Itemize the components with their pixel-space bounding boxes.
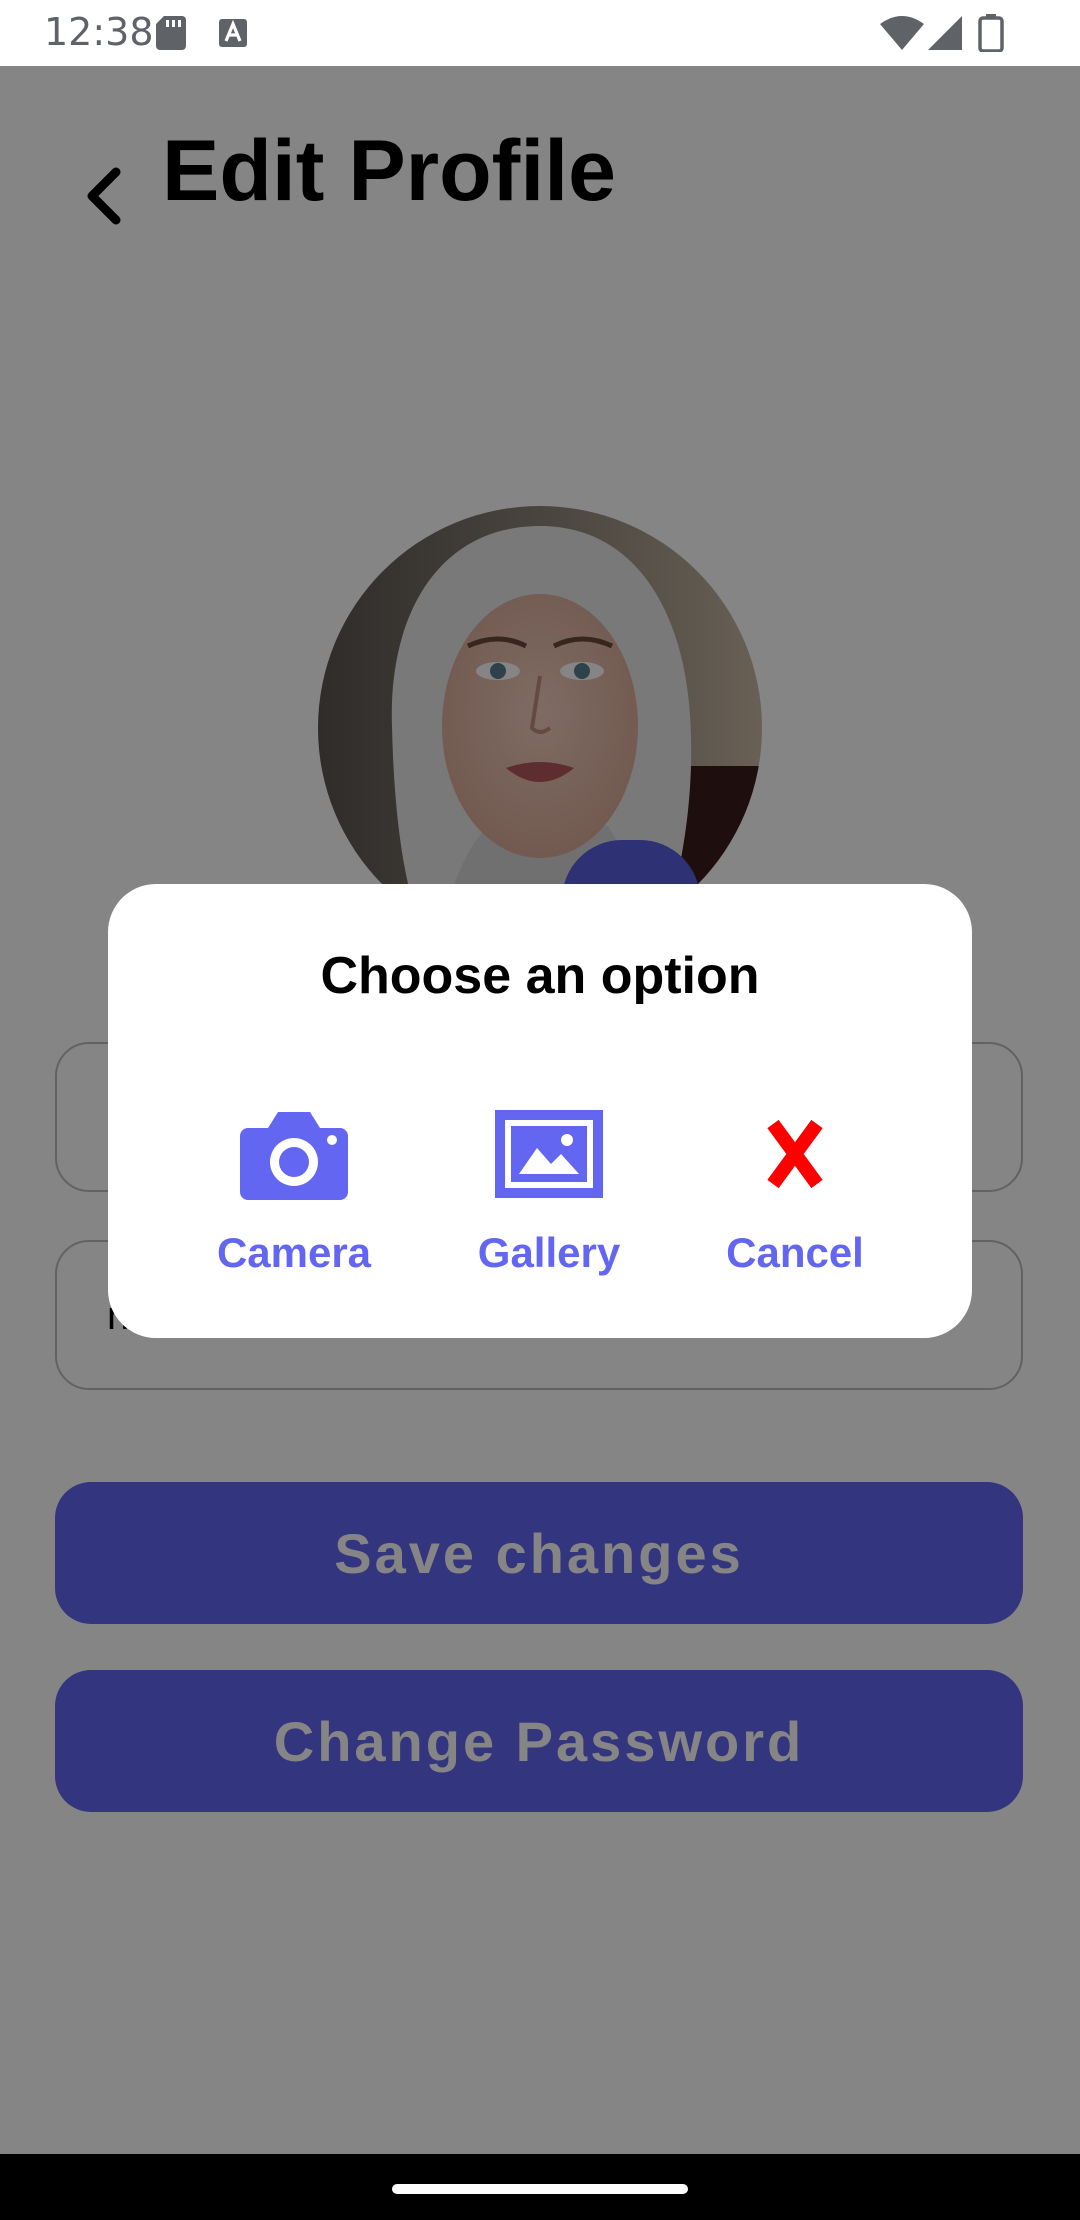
cancel-option[interactable]: Cancel: [695, 1108, 895, 1278]
camera-option[interactable]: Camera: [194, 1108, 394, 1278]
battery-icon: [978, 14, 1004, 52]
status-time: 12:38: [44, 10, 154, 54]
gallery-label: Gallery: [477, 1229, 621, 1276]
camera-label: Camera: [216, 1229, 372, 1276]
gallery-option[interactable]: Gallery: [449, 1108, 649, 1278]
home-indicator[interactable]: [392, 2184, 688, 2194]
a-badge-icon: [219, 19, 247, 47]
navigation-bar: [0, 2154, 1080, 2220]
choose-option-dialog: Choose an option Camera Gallery Cancel: [108, 884, 972, 1338]
signal-icon: [928, 16, 962, 50]
dialog-title: Choose an option: [320, 947, 760, 1005]
image-icon: [495, 1110, 603, 1198]
status-bar: 12:38: [0, 0, 1080, 66]
camera-icon: [240, 1112, 348, 1200]
close-icon: [767, 1119, 823, 1189]
wifi-icon: [880, 16, 924, 50]
cancel-label: Cancel: [726, 1229, 864, 1276]
sd-card-icon: [156, 16, 186, 50]
